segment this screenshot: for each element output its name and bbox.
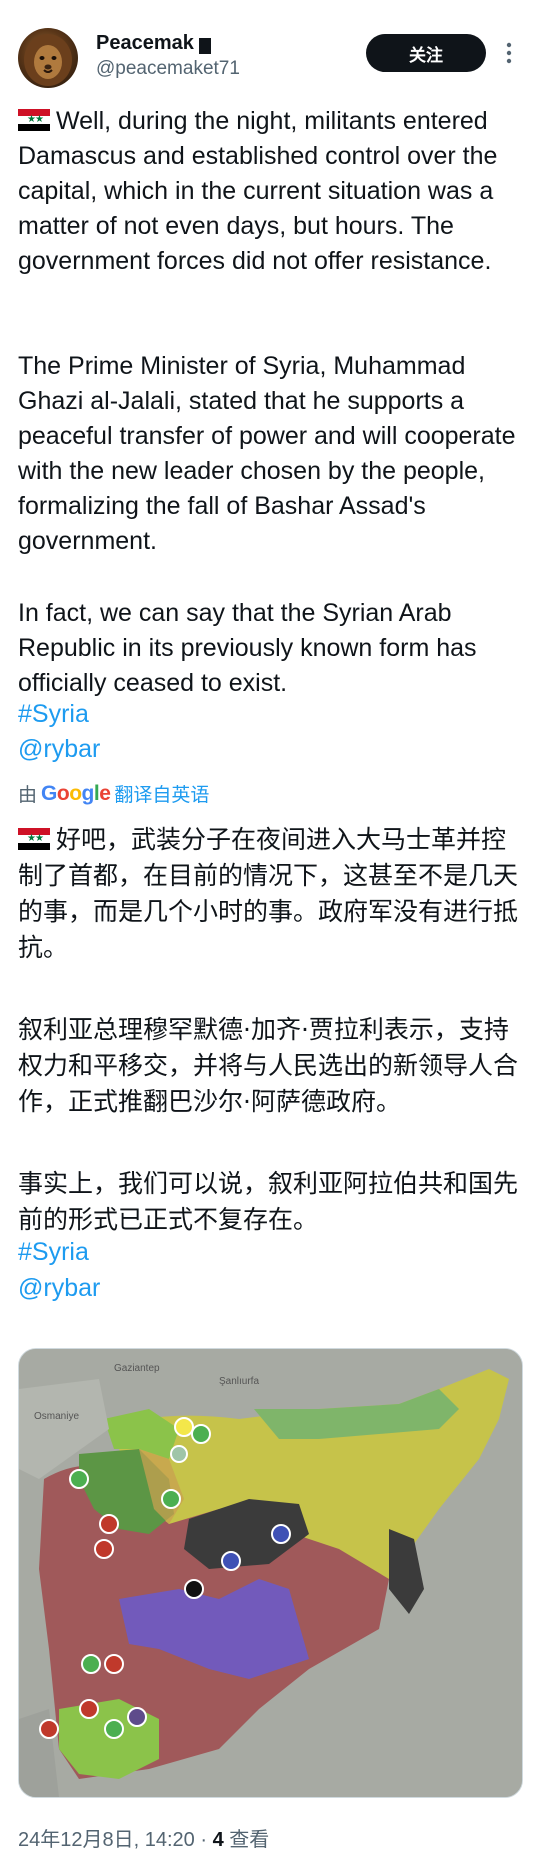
city-label-sanliurfa: Şanlıurfa xyxy=(219,1376,259,1387)
syria-flag-icon: ★ ★ xyxy=(18,109,50,131)
translated-paragraph-1: ★ ★ 好吧，武装分子在夜间进入大马士革并控制了首都，在目前的情况下，这甚至不是几天… xyxy=(18,822,523,966)
google-logo: Google xyxy=(41,781,111,805)
translated-paragraph-3: 事实上，我们可以说，叙利亚阿拉伯共和国先前的形式已正式不复存在。 xyxy=(18,1169,519,1234)
views-label: 查看 xyxy=(229,1829,270,1851)
meta-separator: · xyxy=(200,1829,208,1851)
city-label-gaziantep: Gaziantep xyxy=(114,1363,160,1374)
avatar[interactable] xyxy=(18,28,78,88)
syria-control-map: Gaziantep Osmaniye Şanlıurfa xyxy=(19,1349,522,1797)
author-handle[interactable]: @peacemaket71 xyxy=(96,58,240,80)
tweet-paragraph-3: In fact, we can say that the Syrian Arab… xyxy=(18,599,484,697)
timestamp[interactable]: 24年12月8日, 14:20 xyxy=(18,1829,195,1851)
translated-paragraph-1-text: 好吧，武装分子在夜间进入大马士革并控制了首都，在目前的情况下，这甚至不是几天的事… xyxy=(18,825,519,962)
translated-hashtag-link[interactable]: #Syria xyxy=(18,1238,89,1267)
translated-mention-link[interactable]: @rybar xyxy=(18,1274,100,1303)
tweet-paragraph-1-text: Well, during the night, militants entere… xyxy=(18,107,505,275)
map-image[interactable]: Gaziantep Osmaniye Şanlıurfa xyxy=(18,1348,523,1798)
syria-flag-icon: ★ ★ xyxy=(18,828,50,850)
translated-from-label[interactable]: 翻译自英语 xyxy=(114,780,209,807)
more-vertical-icon[interactable] xyxy=(502,40,516,66)
post-header: Peacemak @peacemaket71 关注 xyxy=(0,0,540,100)
follow-button[interactable]: 关注 xyxy=(366,34,486,72)
tweet-meta: 24年12月8日, 14:20 · 4 查看 xyxy=(18,1823,269,1852)
name-mask-mark xyxy=(199,38,211,54)
tweet-paragraph-1: ★ ★ Well, during the night, militants ente… xyxy=(18,104,523,279)
translation-attribution: 由 Google 翻译自英语 xyxy=(18,780,209,807)
views-count: 4 xyxy=(212,1829,224,1851)
hashtag-link[interactable]: #Syria xyxy=(18,700,89,729)
mention-link[interactable]: @rybar xyxy=(18,735,100,764)
tweet-paragraph-2: The Prime Minister of Syria, Muhammad Gh… xyxy=(18,352,523,555)
city-label-osmaniye: Osmaniye xyxy=(34,1411,79,1422)
translation-by-prefix: 由 xyxy=(18,785,38,806)
lion-avatar-icon xyxy=(24,34,72,86)
translated-paragraph-2: 叙利亚总理穆罕默德·加齐·贾拉利表示，支持权力和平移交，并将与人民选出的新领导人… xyxy=(18,1015,519,1116)
